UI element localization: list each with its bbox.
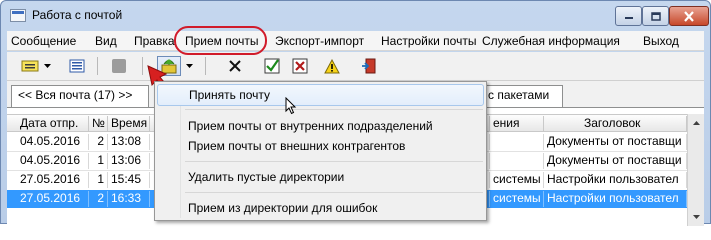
stop-button[interactable] [108,56,130,76]
confirm-button[interactable] [261,56,283,76]
cell-time: 15:45 [108,172,150,188]
receive-mail-dropdown[interactable] [183,56,195,76]
cell-title: Настройки пользовател [544,191,687,207]
app-icon [10,9,26,22]
maximize-button[interactable] [642,6,669,26]
list-view-button[interactable] [66,56,88,76]
maximize-icon [650,11,661,21]
cell-number: 2 [89,191,108,207]
stop-icon [112,59,126,73]
warning-icon [324,58,340,73]
cell-title: Документы от поставщи [544,153,687,169]
mouse-cursor-icon [285,97,297,115]
menu-view[interactable]: Вид [95,34,117,48]
cell-notifications [490,153,544,169]
menu-item-delete-empty-dirs[interactable]: Удалить пустые директории [157,166,484,188]
cell-date: 04.05.2016 [17,134,89,150]
minimize-icon [624,17,633,19]
cell-time: 16:33 [108,191,150,207]
cell-number: 1 [89,172,108,188]
column-header-number[interactable]: № [89,116,108,132]
scroll-down-button[interactable] [690,210,703,223]
minimize-button[interactable] [615,6,642,26]
envelope-list-dropdown[interactable] [41,56,53,76]
tab-all-mail[interactable]: << Вся почта (17) >> [11,85,149,107]
cell-date: 27.05.2016 [17,191,89,207]
menu-export-import[interactable]: Экспорт-импорт [275,34,364,48]
menu-mail-settings[interactable]: Настройки почты [381,34,476,48]
exit-button[interactable] [358,56,380,76]
dropdown-arrow-icon [43,64,51,68]
close-icon [684,10,694,22]
delete-icon [229,60,241,72]
cell-number: 2 [89,134,108,150]
menu-separator [185,109,483,110]
cell-date: 27.05.2016 [17,172,89,188]
confirm-icon [264,58,280,74]
toolbar-separator [142,57,143,75]
cell-title: Настройки пользовател [544,172,687,188]
toolbar-separator [97,57,98,75]
reject-button[interactable] [289,56,311,76]
reject-icon [292,58,308,74]
receive-mail-dropdown-menu: Принять почту Прием почты от внутренних … [154,81,487,221]
mail-window: Работа с почтой Сообщение Вид Правка При… [0,0,711,226]
scroll-up-icon [693,120,700,125]
column-header-time[interactable]: Время [108,116,150,132]
scroll-down-icon [693,214,700,219]
dropdown-arrow-icon [185,64,193,68]
scroll-up-button[interactable] [690,116,703,129]
cell-notifications: системы [490,172,544,188]
menu-separator [185,192,483,193]
menu-item-receive-mail[interactable]: Принять почту [157,84,484,106]
menu-receive-mail[interactable]: Прием почты [185,34,259,48]
cell-notifications [490,134,544,150]
toolbar-separator [205,57,206,75]
menu-item-receive-error-dir[interactable]: Прием из директории для ошибок [157,197,484,219]
vertical-scrollbar[interactable] [687,114,704,226]
column-header-date[interactable]: Дата отпр. [17,116,89,132]
cell-time: 13:08 [108,134,150,150]
menu-bar: Сообщение Вид Правка Прием почты Экспорт… [7,31,704,51]
tab-with-packages[interactable]: с пакетами [483,85,563,107]
menu-item-receive-external[interactable]: Прием почты от внешних контрагентов [157,135,484,157]
cell-notifications: системы [490,191,544,207]
menu-service-info[interactable]: Служебная информация [482,34,620,48]
menu-separator [185,161,483,162]
close-button[interactable] [669,6,709,26]
list-view-icon [69,59,85,73]
envelope-list-icon [21,60,39,72]
title-bar[interactable]: Работа с почтой [1,1,710,31]
cell-title: Документы от поставщи [544,134,687,150]
menu-edit[interactable]: Правка [134,34,175,48]
menu-exit[interactable]: Выход [643,34,679,48]
menu-item-receive-internal[interactable]: Прием почты от внутренних подразделений [157,115,484,137]
window-title: Работа с почтой [32,8,123,22]
exit-icon [362,58,376,74]
menu-message[interactable]: Сообщение [11,34,76,48]
cell-date: 04.05.2016 [17,153,89,169]
column-header-title[interactable]: Заголовок [544,116,687,132]
cell-number: 1 [89,153,108,169]
cell-time: 13:06 [108,153,150,169]
column-header-notifications[interactable]: ения [490,116,544,132]
toolbar [7,52,704,81]
warning-button[interactable] [321,56,343,76]
delete-button[interactable] [224,56,246,76]
envelope-list-button[interactable] [19,56,41,76]
